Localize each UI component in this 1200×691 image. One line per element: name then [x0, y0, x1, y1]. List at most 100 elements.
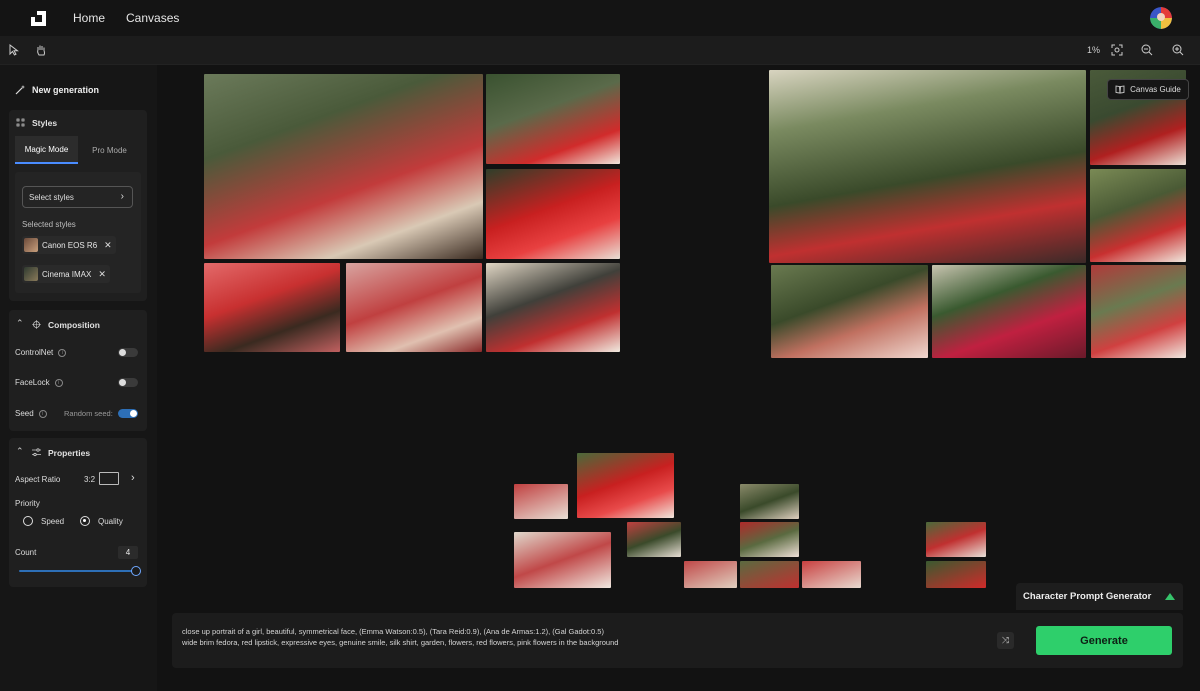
radio-quality[interactable]	[80, 516, 90, 526]
remove-style-icon[interactable]: ✕	[104, 240, 112, 251]
prompt-input[interactable]: close up portrait of a girl, beautiful, …	[182, 626, 982, 648]
selected-styles-label: Selected styles	[22, 220, 76, 229]
aspect-ratio-preview[interactable]	[99, 472, 119, 485]
composition-title: Composition	[48, 320, 100, 330]
generated-image[interactable]	[627, 522, 681, 557]
prompt-line-2: wide brim fedora, red lipstick, expressi…	[182, 638, 619, 647]
facelock-row: FaceLock i	[15, 378, 63, 387]
speed-label: Speed	[41, 516, 65, 526]
magic-wand-icon	[15, 85, 25, 95]
generated-image[interactable]	[932, 265, 1086, 358]
generated-image[interactable]	[740, 522, 799, 557]
generated-image[interactable]	[514, 532, 611, 588]
collapse-chevron-icon[interactable]: ⌃	[16, 318, 24, 329]
prompt-line-1: close up portrait of a girl, beautiful, …	[182, 627, 604, 636]
tab-magic-mode[interactable]: Magic Mode	[15, 136, 78, 164]
radio-speed[interactable]	[23, 516, 33, 526]
composition-icon	[32, 320, 41, 329]
character-prompt-generator[interactable]: Character Prompt Generator	[1016, 583, 1183, 610]
generated-image[interactable]	[740, 484, 799, 519]
generated-image[interactable]	[1091, 265, 1186, 358]
seed-row: Seed i	[15, 409, 47, 418]
nav-home[interactable]: Home	[73, 11, 105, 25]
top-bar: Home Canvases	[0, 0, 1200, 36]
prompt-bar: close up portrait of a girl, beautiful, …	[172, 613, 1183, 668]
controlnet-toggle[interactable]	[118, 348, 138, 357]
generated-image[interactable]	[204, 74, 483, 259]
style-chip-label: Cinema IMAX	[42, 269, 92, 279]
new-generation-label: New generation	[32, 84, 100, 95]
properties-title: Properties	[48, 448, 91, 458]
seed-label: Seed	[15, 409, 34, 418]
app-logo-icon[interactable]	[31, 11, 46, 26]
style-thumbnail	[24, 238, 38, 252]
style-thumbnail	[24, 267, 38, 281]
styles-icon	[16, 118, 25, 127]
cursor-select-icon[interactable]	[7, 43, 21, 57]
random-seed-label: Random seed:	[64, 409, 113, 418]
count-slider-track[interactable]	[19, 570, 136, 572]
generated-image[interactable]	[926, 522, 986, 557]
style-chip-label: Canon EOS R6	[42, 240, 98, 250]
new-generation[interactable]: New generation	[15, 84, 99, 95]
select-styles-button[interactable]: Select styles ›	[22, 186, 133, 208]
generated-image[interactable]	[740, 561, 799, 588]
chevron-right-icon: ›	[120, 191, 124, 202]
info-icon[interactable]: i	[54, 378, 63, 387]
styles-title: Styles	[32, 118, 58, 128]
generated-image[interactable]	[346, 263, 482, 352]
priority-quality-option[interactable]: Quality	[80, 516, 123, 526]
random-seed-toggle[interactable]	[118, 409, 138, 418]
sliders-icon	[32, 448, 41, 457]
shuffle-icon[interactable]: ⤨	[997, 632, 1014, 649]
info-icon[interactable]: i	[38, 409, 47, 418]
priority-speed-option[interactable]: Speed	[23, 516, 64, 526]
zoom-in-icon[interactable]	[1171, 43, 1185, 57]
user-avatar[interactable]	[1150, 7, 1172, 29]
remove-style-icon[interactable]: ✕	[98, 269, 106, 280]
aspect-ratio-value: 3:2	[84, 475, 96, 484]
generated-image[interactable]	[769, 70, 1086, 263]
nav-canvases[interactable]: Canvases	[126, 11, 179, 25]
facelock-toggle[interactable]	[118, 378, 138, 387]
facelock-label: FaceLock	[15, 378, 50, 387]
canvas-toolbar: 1%	[0, 36, 1200, 65]
properties-panel	[9, 438, 147, 587]
generated-image[interactable]	[514, 484, 568, 519]
character-prompt-generator-label: Character Prompt Generator	[1023, 591, 1152, 602]
generate-button[interactable]: Generate	[1036, 626, 1172, 655]
generated-image[interactable]	[1090, 169, 1186, 262]
count-slider-thumb[interactable]	[131, 566, 141, 576]
book-icon	[1115, 85, 1125, 94]
zoom-out-icon[interactable]	[1140, 43, 1154, 57]
controlnet-row: ControlNet i	[15, 348, 67, 357]
priority-label: Priority	[15, 499, 40, 508]
tab-pro-mode[interactable]: Pro Mode	[78, 136, 141, 164]
hand-pan-icon[interactable]	[34, 43, 48, 57]
generated-image[interactable]	[577, 453, 674, 518]
zoom-level: 1%	[1086, 45, 1100, 55]
generated-image[interactable]	[486, 74, 620, 164]
quality-label: Quality	[98, 516, 123, 526]
count-label: Count	[15, 548, 37, 557]
expand-up-icon[interactable]	[1165, 593, 1175, 600]
style-chip-canon: Canon EOS R6 ✕	[22, 236, 116, 254]
count-value[interactable]: 4	[118, 546, 138, 559]
canvas-guide-label: Canvas Guide	[1130, 85, 1181, 94]
style-chip-cinema: Cinema IMAX ✕	[22, 265, 110, 283]
generated-image[interactable]	[926, 561, 986, 588]
generated-image[interactable]	[486, 263, 620, 352]
aspect-ratio-label: Aspect Ratio	[15, 475, 61, 484]
generated-image[interactable]	[771, 265, 928, 358]
styles-mode-tabs: Magic Mode Pro Mode	[15, 136, 141, 164]
generated-image[interactable]	[486, 169, 620, 259]
generated-image[interactable]	[684, 561, 737, 588]
chevron-right-icon[interactable]: ›	[131, 472, 135, 484]
generated-image[interactable]	[204, 263, 340, 352]
fit-screen-icon[interactable]	[1110, 43, 1124, 57]
collapse-chevron-icon[interactable]: ⌃	[16, 446, 24, 457]
info-icon[interactable]: i	[58, 348, 67, 357]
select-styles-label: Select styles	[29, 192, 74, 202]
generated-image[interactable]	[802, 561, 861, 588]
canvas-guide-button[interactable]: Canvas Guide	[1107, 79, 1189, 100]
